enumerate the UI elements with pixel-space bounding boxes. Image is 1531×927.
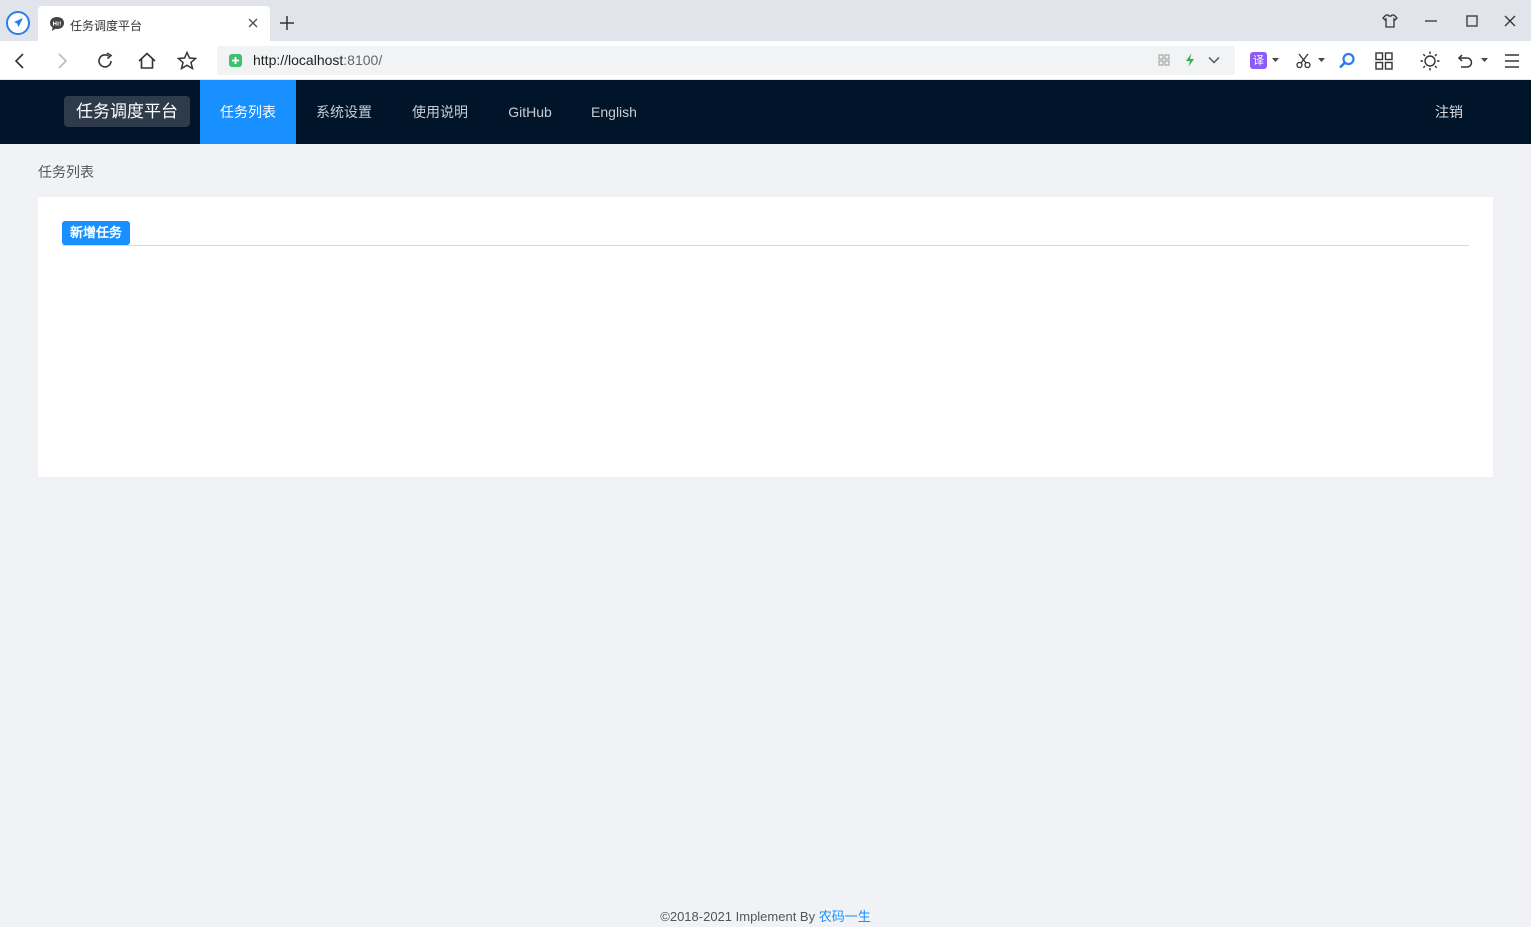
tab-title: 任务调度平台: [70, 19, 143, 33]
copyright-text: ©2018-2021 Implement By: [660, 909, 819, 924]
nav-github[interactable]: GitHub: [488, 80, 572, 144]
author-link[interactable]: 农码一生: [819, 909, 871, 924]
chevron-down-icon[interactable]: [1206, 52, 1222, 68]
new-tab-icon[interactable]: [278, 14, 296, 32]
apps-grid-icon[interactable]: [1373, 50, 1395, 72]
bookmark-star-icon[interactable]: [176, 50, 198, 72]
svg-text:Hi!: Hi!: [53, 22, 62, 28]
undo-close-button[interactable]: [1456, 51, 1488, 71]
reload-icon[interactable]: [94, 50, 116, 72]
minimize-icon[interactable]: [1422, 12, 1440, 30]
url-host: http://localhost: [253, 52, 344, 68]
dropdown-caret-icon: [1481, 58, 1488, 62]
back-icon[interactable]: [9, 50, 31, 72]
scissors-icon: [1296, 53, 1311, 69]
nav-task-list[interactable]: 任务列表: [200, 80, 296, 144]
forward-icon[interactable]: [51, 50, 73, 72]
close-window-icon[interactable]: [1501, 12, 1519, 30]
footer: ©2018-2021 Implement By 农码一生: [0, 906, 1531, 925]
nav-system-settings[interactable]: 系统设置: [296, 80, 392, 144]
brand-logo[interactable]: 任务调度平台: [64, 96, 190, 127]
nav-english[interactable]: English: [572, 80, 656, 144]
address-bar[interactable]: http://localhost:8100/: [217, 46, 1235, 75]
url-port-path: :8100/: [343, 52, 383, 68]
menu-icon[interactable]: [1501, 50, 1523, 72]
screenshot-button[interactable]: [1295, 51, 1325, 71]
nav-instructions[interactable]: 使用说明: [392, 80, 488, 144]
brightness-icon[interactable]: [1419, 50, 1441, 72]
browser-logo-icon[interactable]: [5, 10, 31, 36]
maximize-icon[interactable]: [1463, 12, 1481, 30]
url-text[interactable]: http://localhost:8100/: [253, 52, 382, 68]
browser-tab[interactable]: Hi! 任务调度平台: [38, 6, 270, 41]
browser-tab-strip: Hi! 任务调度平台: [0, 0, 1531, 41]
home-icon[interactable]: [136, 50, 158, 72]
browser-toolbar: http://localhost:8100/ 译: [0, 41, 1531, 80]
logout-link[interactable]: 注销: [1420, 80, 1478, 144]
secure-shield-icon[interactable]: [228, 53, 243, 68]
undo-icon: [1457, 54, 1473, 68]
translate-button[interactable]: 译: [1250, 52, 1280, 70]
favicon-icon: Hi!: [50, 17, 64, 31]
qr-code-icon[interactable]: [1156, 52, 1172, 68]
speed-mode-icon[interactable]: [1182, 52, 1198, 68]
dropdown-caret-icon: [1318, 58, 1325, 62]
task-list-card: 新增任务: [38, 197, 1493, 477]
translate-icon: 译: [1250, 52, 1267, 69]
skin-icon[interactable]: [1381, 12, 1399, 30]
app-header: 任务调度平台 任务列表 系统设置 使用说明 GitHub English 注销: [0, 80, 1531, 144]
divider: [62, 245, 1469, 246]
add-task-button[interactable]: 新增任务: [62, 221, 131, 245]
breadcrumb: 任务列表: [38, 164, 94, 180]
search-icon[interactable]: [1336, 50, 1358, 72]
dropdown-caret-icon: [1272, 58, 1279, 62]
close-tab-icon[interactable]: [246, 16, 260, 30]
